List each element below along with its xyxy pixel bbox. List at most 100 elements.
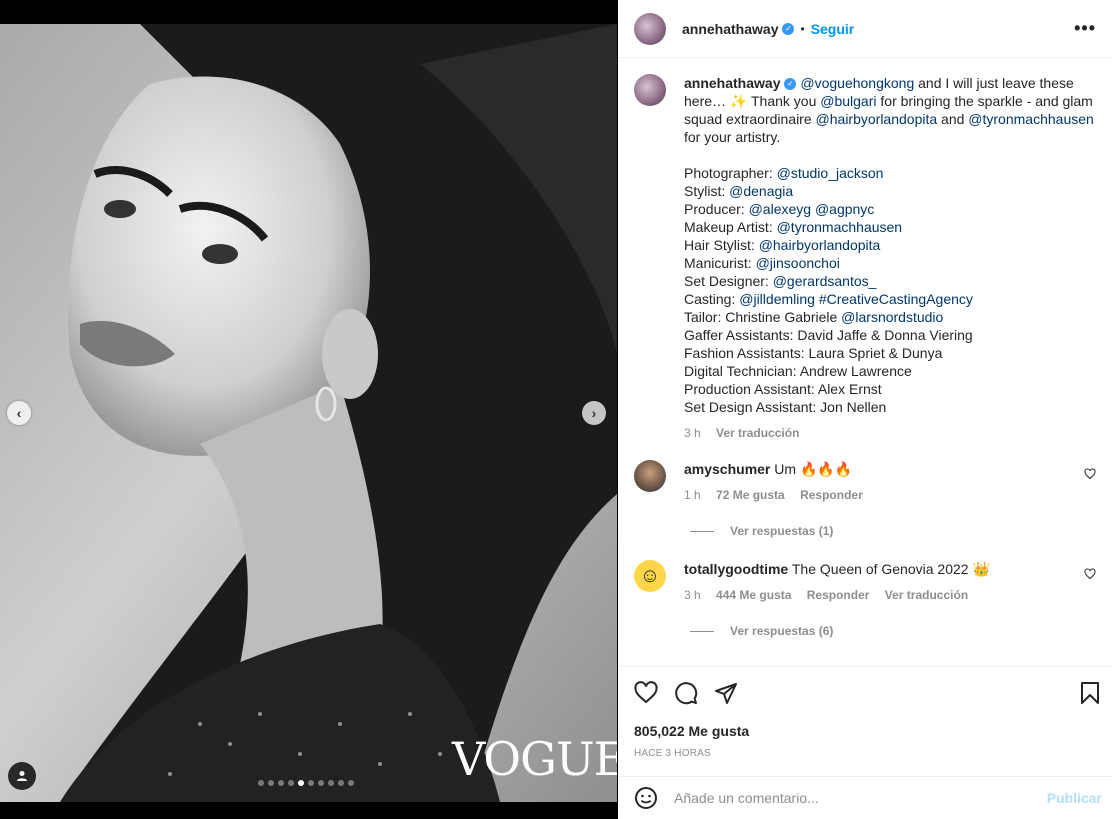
caption-text-fragment: for your artistry. (684, 129, 781, 145)
credit-line: Stylist: @denagia (684, 182, 1094, 200)
avatar[interactable] (634, 460, 666, 492)
comment-time: 3 h (684, 588, 701, 602)
credit-line: Set Designer: @gerardsantos_ (684, 272, 1094, 290)
verified-badge-icon: ✓ (784, 78, 797, 91)
caption-text-fragment: and (937, 111, 969, 127)
comment-text: Um 🔥🔥🔥 (774, 461, 853, 477)
mention-link[interactable]: @voguehongkong (800, 75, 914, 91)
comment-translate-link[interactable]: Ver traducción (885, 588, 968, 602)
credit-line: Producer: @alexeyg @agpnyc (684, 200, 1094, 218)
comment-input[interactable] (674, 790, 1034, 806)
mention-link[interactable]: @tyronmachhausen (968, 111, 1094, 127)
carousel-dot (278, 780, 284, 786)
mention-link[interactable]: @bulgari (820, 93, 876, 109)
mention-link[interactable]: @alexeyg (749, 201, 811, 217)
replies-divider (690, 530, 714, 532)
view-replies-label: Ver respuestas (1) (730, 524, 834, 538)
tagged-users-button[interactable] (8, 762, 36, 790)
comment-bubble-icon[interactable] (674, 681, 698, 705)
more-options-icon[interactable]: ••• (1074, 18, 1096, 39)
carousel-indicator (258, 780, 354, 786)
share-paper-plane-icon[interactable] (714, 681, 738, 705)
mention-link[interactable]: @studio_jackson (777, 165, 884, 181)
mention-link[interactable]: #CreativeCastingAgency (819, 291, 973, 307)
save-bookmark-button[interactable] (1078, 681, 1102, 705)
mention-link[interactable]: @denagia (729, 183, 793, 199)
credit-line: Fashion Assistants: Laura Spriet & Dunya (684, 344, 1094, 362)
caption-meta: 3 h Ver traducción (684, 424, 1094, 442)
chevron-left-icon: ‹ (16, 405, 22, 421)
view-replies-button[interactable]: Ver respuestas (6) (690, 624, 833, 638)
credit-line: Manicurist: @jinsoonchoi (684, 254, 1094, 272)
caption-text-fragment: Gaffer Assistants: David Jaffe & Donna V… (684, 327, 973, 343)
credit-line: Hair Stylist: @hairbyorlandopita (684, 236, 1094, 254)
comment-likes[interactable]: 72 Me gusta (716, 488, 785, 502)
caption-text: annehathaway ✓ @voguehongkong and I will … (684, 74, 1094, 442)
post-image[interactable]: ‹ › VOGUE (0, 24, 617, 802)
like-heart-icon[interactable] (634, 681, 658, 705)
carousel-dot (288, 780, 294, 786)
follow-button[interactable]: Seguir (811, 21, 855, 37)
mention-link[interactable]: @hairbyorlandopita (816, 111, 938, 127)
caption-text-fragment: Hair Stylist: (684, 237, 759, 253)
comment-username[interactable]: amyschumer (684, 461, 770, 477)
comment-text: The Queen of Genovia 2022 👑 (791, 561, 990, 577)
vogue-watermark: VOGUE (452, 732, 617, 786)
mention-link[interactable]: @jinsoonchoi (756, 255, 840, 271)
mention-link[interactable]: @hairbyorlandopita (759, 237, 881, 253)
person-icon (17, 771, 27, 781)
verified-badge-icon: ✓ (782, 22, 795, 35)
avatar[interactable]: ☺ (634, 560, 666, 592)
add-comment-bar: Publicar (618, 776, 1112, 819)
view-replies-button[interactable]: Ver respuestas (1) (690, 524, 833, 538)
carousel-dot (268, 780, 274, 786)
reply-button[interactable]: Responder (800, 488, 863, 502)
credit-line: Tailor: Christine Gabriele @larsnordstud… (684, 308, 1094, 326)
chevron-right-icon: › (591, 405, 597, 421)
post-details-panel: annehathaway ✓ • Seguir ••• annehathaway… (618, 0, 1112, 819)
comments-section[interactable]: annehathaway ✓ @voguehongkong and I will … (618, 58, 1112, 666)
bookmark-icon (1081, 682, 1099, 704)
caption-text-fragment: Makeup Artist: (684, 219, 777, 235)
caption-text-fragment: Casting: (684, 291, 740, 307)
reply-button[interactable]: Responder (807, 588, 870, 602)
carousel-dot (348, 780, 354, 786)
emoji-icon[interactable] (634, 786, 658, 810)
caption: annehathaway ✓ @voguehongkong and I will … (634, 74, 1094, 442)
comment-username[interactable]: totallygoodtime (684, 561, 788, 577)
avatar[interactable] (634, 12, 666, 45)
post-comment-button[interactable]: Publicar (1047, 790, 1102, 806)
like-comment-icon[interactable] (1084, 468, 1096, 480)
like-comment-icon[interactable] (1084, 568, 1096, 580)
comment-likes[interactable]: 444 Me gusta (716, 588, 791, 602)
caption-time: 3 h (684, 426, 701, 440)
mention-link[interactable]: @jilldemling (739, 291, 815, 307)
next-image-button[interactable]: › (582, 401, 606, 425)
carousel-dot (318, 780, 324, 786)
caption-text-fragment: Production Assistant: Alex Ernst (684, 381, 882, 397)
caption-text-fragment: Set Design Assistant: Jon Nellen (684, 399, 887, 415)
mention-link[interactable]: @larsnordstudio (841, 309, 943, 325)
caption-translate-link[interactable]: Ver traducción (716, 426, 799, 440)
comment-item: amyschumer Um 🔥🔥🔥 1 h 72 Me gusta Respon… (634, 460, 1104, 504)
action-icons (634, 681, 738, 705)
caption-text-fragment: Producer: (684, 201, 749, 217)
post-actions: 805,022 Me gusta HACE 3 HORAS (618, 666, 1112, 759)
author-username[interactable]: annehathaway (682, 21, 778, 37)
likes-count[interactable]: 805,022 Me gusta (634, 723, 749, 739)
caption-text-fragment: Digital Technician: Andrew Lawrence (684, 363, 912, 379)
comment-item: ☺ totallygoodtime The Queen of Genovia 2… (634, 560, 1104, 604)
mention-link[interactable]: @agpnyc (815, 201, 874, 217)
caption-text-fragment: Manicurist: (684, 255, 756, 271)
mention-link[interactable]: @gerardsantos_ (773, 273, 877, 289)
post-timestamp: HACE 3 HORAS (634, 748, 711, 759)
caption-text-fragment: Fashion Assistants: Laura Spriet & Dunya (684, 345, 943, 361)
credit-line: Digital Technician: Andrew Lawrence (684, 362, 1094, 380)
caption-username[interactable]: annehathaway (684, 75, 780, 91)
mention-link[interactable]: @tyronmachhausen (777, 219, 903, 235)
carousel-dot (328, 780, 334, 786)
avatar[interactable] (634, 74, 666, 106)
carousel-dot (258, 780, 264, 786)
credit-line: Production Assistant: Alex Ernst (684, 380, 1094, 398)
previous-image-button[interactable]: ‹ (7, 401, 31, 425)
